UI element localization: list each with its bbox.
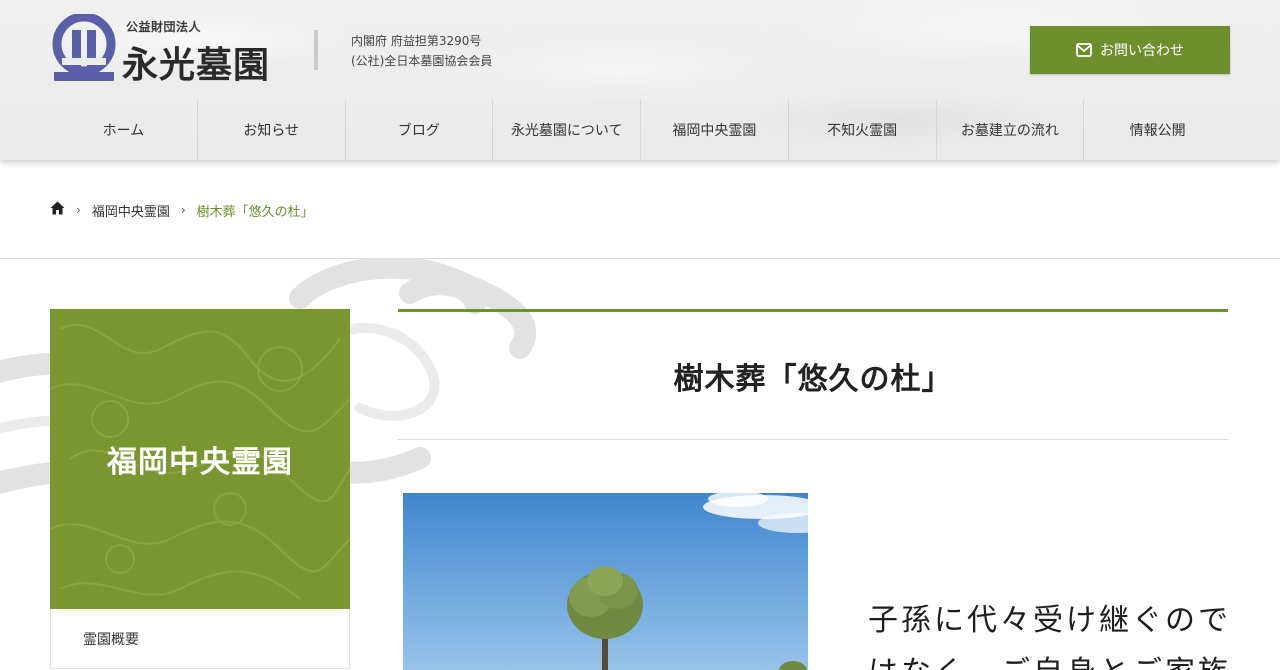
sidebar-header: 福岡中央霊園 — [50, 309, 350, 609]
lead-text-line: 子孫に代々受け継ぐので — [868, 603, 1231, 638]
breadcrumb: › 福岡中央霊園 › 樹木葬「悠久の杜」 — [50, 198, 314, 222]
logo-divider — [314, 30, 318, 70]
main-content: 樹木葬「悠久の杜」 子孫に代々受け継ぐので はなく、ご自身とご家族 — [398, 309, 1228, 670]
nav-item-construction-flow[interactable]: お墓建立の流れ — [937, 100, 1085, 160]
nav-item-home[interactable]: ホーム — [50, 100, 198, 160]
chevron-right-icon: › — [76, 203, 81, 217]
org-info-line: 内閣府 府益担第3290号 — [351, 34, 482, 48]
home-icon — [50, 201, 65, 215]
tree-photo-image — [403, 493, 808, 670]
lead-text: 子孫に代々受け継ぐので はなく、ご自身とご家族 — [868, 595, 1228, 670]
logo-name: 永光墓園 — [122, 44, 271, 86]
org-info: 内閣府 府益担第3290号 (公社)全日本墓園協会会員 — [351, 31, 492, 71]
nav-item-news[interactable]: お知らせ — [198, 100, 346, 160]
sidebar: 福岡中央霊園 霊園概要 — [50, 309, 350, 669]
site-header: 公益財団法人 永光墓園 内閣府 府益担第3290号 (公社)全日本墓園協会会員 … — [0, 0, 1280, 160]
chevron-right-icon: › — [180, 203, 186, 217]
breadcrumb-home-link[interactable] — [50, 201, 65, 219]
site-logo[interactable]: 公益財団法人 永光墓園 — [50, 14, 290, 86]
contact-button[interactable]: お問い合わせ — [1030, 26, 1230, 74]
nav-item-fukuoka-chuo[interactable]: 福岡中央霊園 — [641, 100, 789, 160]
nav-item-blog[interactable]: ブログ — [346, 100, 494, 160]
breadcrumb-current: 樹木葬「悠久の杜」 — [196, 204, 314, 220]
contact-button-label: お問い合わせ — [1100, 42, 1184, 58]
nav-item-disclosure[interactable]: 情報公開 — [1084, 100, 1231, 160]
nav-item-about[interactable]: 永光墓園について — [493, 100, 641, 160]
org-info-line: (公社)全日本墓園協会会員 — [351, 54, 493, 68]
nav-item-shiranui[interactable]: 不知火霊園 — [789, 100, 937, 160]
tree-photo — [403, 493, 808, 670]
lead-text-line: はなく、ご自身とご家族 — [868, 647, 1228, 670]
breadcrumb-parent-link[interactable]: 福岡中央霊園 — [92, 201, 170, 220]
global-nav: ホーム お知らせ ブログ 永光墓園について 福岡中央霊園 不知火霊園 お墓建立の… — [50, 100, 1231, 160]
sidebar-title: 福岡中央霊園 — [107, 445, 293, 480]
sidebar-item-overview[interactable]: 霊園概要 — [50, 609, 350, 669]
page-title: 樹木葬「悠久の杜」 — [398, 312, 1228, 440]
logo-mark-icon — [52, 14, 116, 81]
envelope-icon — [1076, 43, 1092, 57]
logo-subtitle: 公益財団法人 — [126, 20, 202, 34]
